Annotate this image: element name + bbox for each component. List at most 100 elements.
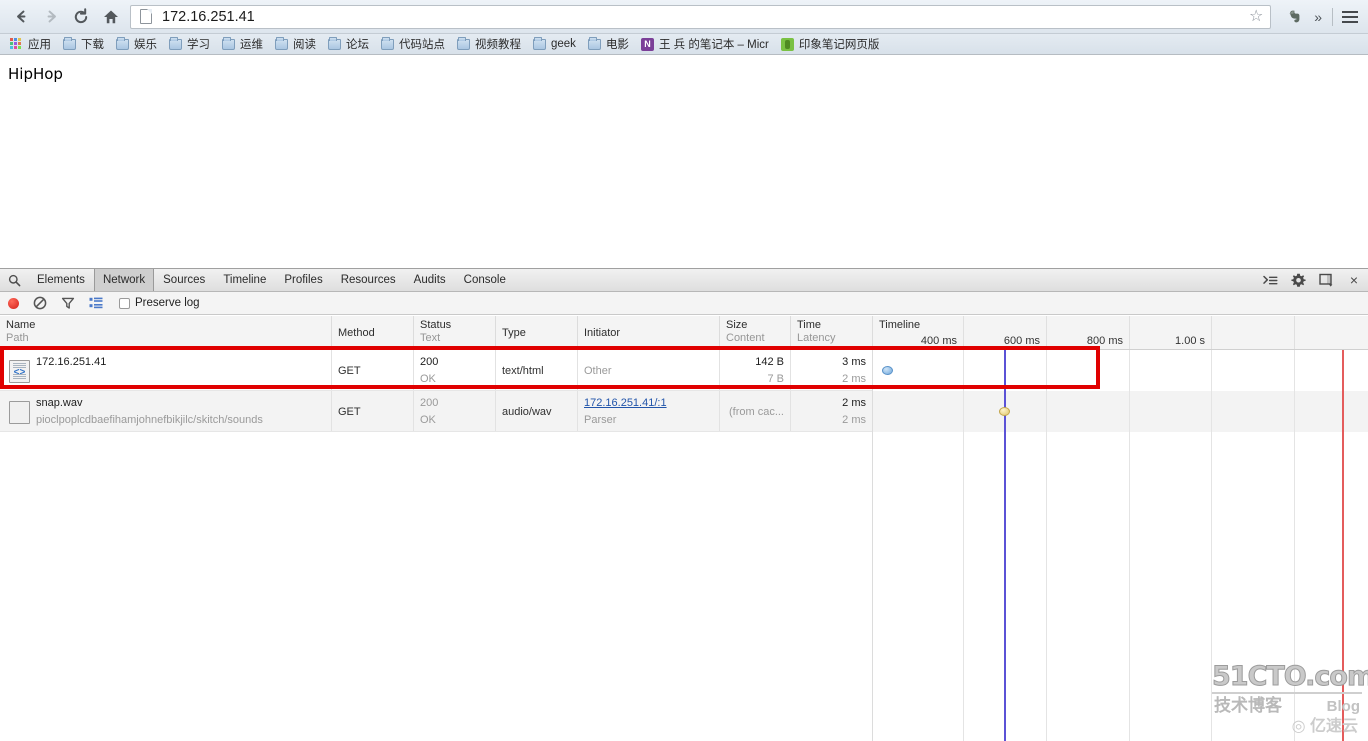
browser-toolbar: 172.16.251.41 ☆ »: [0, 0, 1368, 33]
waterfall-bar-row-1[interactable]: [999, 407, 1010, 416]
ruler-label-800ms: 800 ms: [1086, 335, 1123, 347]
status-code: 200: [420, 356, 439, 368]
tab-profiles[interactable]: Profiles: [275, 269, 331, 291]
console-drawer-icon[interactable]: [1262, 272, 1278, 288]
bookmark-folder-9[interactable]: geek: [527, 35, 582, 54]
request-name: snap.wav: [36, 397, 83, 409]
close-icon[interactable]: ×: [1346, 272, 1362, 288]
star-icon[interactable]: ☆: [1246, 8, 1266, 25]
ruler-tick: [1046, 316, 1047, 349]
home-button[interactable]: [96, 3, 126, 31]
tab-resources[interactable]: Resources: [332, 269, 405, 291]
bookmark-folder-1[interactable]: 下载: [57, 35, 110, 54]
content-value: 7 B: [767, 373, 784, 385]
header-title: Method: [338, 327, 375, 339]
menu-icon[interactable]: [1338, 10, 1362, 23]
header-subtitle: Text: [420, 332, 441, 344]
bookmark-label: 视频教程: [475, 39, 521, 51]
watermark-blog: Blog: [1326, 698, 1360, 715]
tab-elements[interactable]: Elements: [28, 269, 94, 291]
bookmark-onenote[interactable]: N 王 兵 的笔记本 – Micr: [635, 35, 775, 54]
bookmark-folder-10[interactable]: 电影: [582, 35, 635, 54]
column-header-status[interactable]: Status Text: [413, 316, 495, 349]
waterfall-gridline: [1129, 350, 1130, 741]
bookmark-folder-8[interactable]: 视频教程: [451, 35, 527, 54]
evernote-icon: [780, 37, 794, 51]
waterfall-bar-row-0[interactable]: [882, 366, 893, 375]
bookmark-label: 娱乐: [134, 39, 157, 51]
bookmark-folder-5[interactable]: 阅读: [269, 35, 322, 54]
bookmark-label: 论坛: [346, 39, 369, 51]
preserve-log-toggle[interactable]: Preserve log: [119, 297, 200, 309]
gear-icon[interactable]: [1290, 272, 1306, 288]
cell-name[interactable]: snap.wav pioclpoplcdbaefihamjohnefbikjil…: [0, 391, 331, 431]
header-title: Initiator: [584, 327, 621, 339]
dock-window-icon: [1318, 273, 1332, 287]
search-icon[interactable]: [0, 269, 28, 291]
tab-timeline[interactable]: Timeline: [214, 269, 275, 291]
dock-side-icon[interactable]: [1318, 272, 1334, 288]
watermark-subtitle-row: 技术博客 Blog: [1212, 696, 1362, 717]
address-bar[interactable]: 172.16.251.41 ☆: [130, 4, 1272, 29]
html-document-icon: <>: [9, 360, 30, 383]
cell-time: 3 ms 2 ms: [790, 350, 872, 390]
bookmark-evernote[interactable]: 印象笔记网页版: [775, 35, 886, 54]
header-title: Size: [726, 319, 748, 331]
arrow-left-icon: [16, 10, 25, 23]
bookmark-folder-2[interactable]: 娱乐: [110, 35, 163, 54]
forward-button[interactable]: [36, 3, 66, 31]
page-title: HipHop: [8, 65, 63, 83]
column-header-name[interactable]: Name Path: [0, 316, 331, 349]
bookmarks-bar[interactable]: 应用 下载 娱乐 学习 运维 阅读 论坛 代码站点 视频教程 geek 电影 N…: [0, 33, 1368, 54]
ruler-tick: [963, 316, 964, 349]
header-subtitle: Path: [6, 332, 29, 344]
tab-network[interactable]: Network: [93, 269, 155, 291]
column-header-size[interactable]: Size Content: [719, 316, 790, 349]
large-rows-icon[interactable]: [89, 297, 103, 309]
browser-chrome: 172.16.251.41 ☆ » 应用 下载 娱乐 学习 运维 阅读 论坛 代…: [0, 0, 1368, 55]
column-header-time[interactable]: Time Latency: [790, 316, 872, 349]
cell-initiator[interactable]: 172.16.251.41/:1 Parser: [577, 391, 719, 431]
status-text: OK: [420, 414, 436, 426]
url-text[interactable]: 172.16.251.41: [162, 9, 1246, 25]
preserve-log-checkbox[interactable]: [119, 297, 130, 309]
network-request-table: Name Path Method Status Text Type Initia…: [0, 316, 1368, 741]
tab-sources[interactable]: Sources: [154, 269, 214, 291]
toolbar-right-icons: »: [1277, 4, 1362, 30]
watermark-title: 51CTO.com: [1212, 661, 1368, 692]
filter-icon[interactable]: [61, 296, 75, 310]
watermark-divider: [1212, 692, 1362, 694]
bookmark-folder-6[interactable]: 论坛: [322, 35, 375, 54]
header-subtitle: Latency: [797, 332, 836, 344]
initiator-link[interactable]: 172.16.251.41/:1: [584, 395, 713, 412]
bookmark-folder-3[interactable]: 学习: [163, 35, 216, 54]
bookmark-label: 学习: [187, 39, 210, 51]
reload-icon: [74, 7, 88, 23]
bookmark-apps[interactable]: 应用: [4, 35, 57, 54]
network-toolbar: Preserve log: [0, 292, 1368, 315]
column-header-method[interactable]: Method: [331, 316, 413, 349]
bookmark-folder-4[interactable]: 运维: [216, 35, 269, 54]
cell-name[interactable]: <> 172.16.251.41: [0, 350, 331, 390]
status-text: OK: [420, 373, 436, 385]
folder-icon: [169, 36, 182, 50]
cell-initiator: Other: [577, 350, 719, 390]
folder-icon: [457, 36, 470, 50]
column-header-type[interactable]: Type: [495, 316, 577, 349]
home-icon: [104, 10, 118, 23]
record-button[interactable]: [8, 297, 19, 309]
column-header-initiator[interactable]: Initiator: [577, 316, 719, 349]
devtools-tabbar: Elements Network Sources Timeline Profil…: [0, 269, 1368, 292]
toolbar-divider: [1332, 7, 1333, 26]
page-viewport: HipHop: [0, 55, 1368, 255]
tab-console[interactable]: Console: [455, 269, 515, 291]
chevron-double-right-icon[interactable]: »: [1309, 9, 1327, 25]
initiator-subtext: Parser: [584, 414, 617, 426]
bookmark-folder-7[interactable]: 代码站点: [375, 35, 451, 54]
evernote-extension-icon[interactable]: [1281, 4, 1307, 30]
cell-size: 142 B 7 B: [719, 350, 790, 390]
back-button[interactable]: [6, 3, 36, 31]
clear-icon[interactable]: [33, 296, 47, 310]
tab-audits[interactable]: Audits: [405, 269, 455, 291]
reload-button[interactable]: [66, 3, 96, 31]
